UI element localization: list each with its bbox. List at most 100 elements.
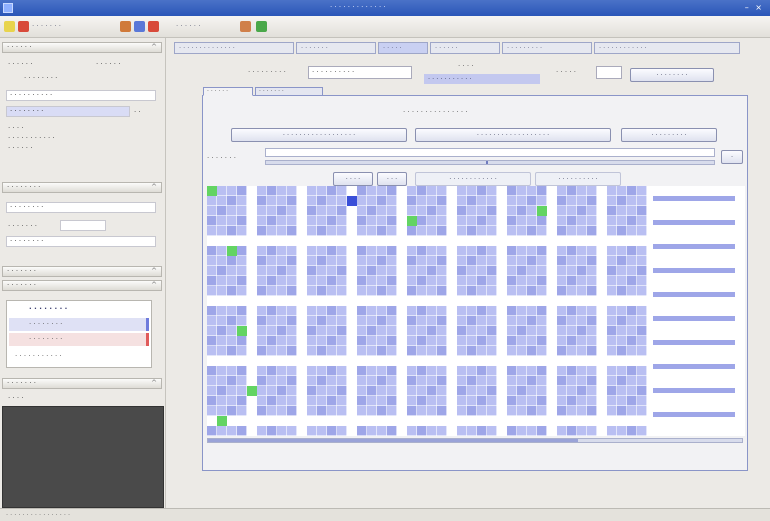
heatmap-cell[interactable]	[427, 256, 437, 266]
heatmap-cell[interactable]	[247, 286, 257, 296]
heatmap-cell[interactable]	[247, 336, 257, 346]
heatmap-cell[interactable]	[507, 296, 517, 306]
heatmap-cell[interactable]	[417, 376, 427, 386]
heatmap-cell[interactable]	[467, 206, 477, 216]
heatmap-cell[interactable]	[277, 376, 287, 386]
heatmap-cell[interactable]	[447, 186, 457, 196]
heatmap-cell[interactable]	[357, 416, 367, 426]
heatmap-cell[interactable]	[587, 236, 597, 246]
heatmap-cell[interactable]	[537, 266, 547, 276]
heatmap-cell[interactable]	[417, 316, 427, 326]
heatmap-cell[interactable]	[467, 186, 477, 196]
heatmap-cell[interactable]	[357, 246, 367, 256]
heatmap-cell[interactable]	[217, 326, 227, 336]
heatmap-cell[interactable]	[637, 406, 647, 416]
heatmap-cell[interactable]	[477, 406, 487, 416]
heatmap-cell[interactable]	[247, 206, 257, 216]
heatmap-cell[interactable]	[487, 206, 497, 216]
heatmap-cell[interactable]	[377, 426, 387, 436]
heatmap-cell[interactable]	[207, 406, 217, 416]
heatmap-cell[interactable]	[247, 266, 257, 276]
heatmap-cell[interactable]	[537, 316, 547, 326]
heatmap-cell[interactable]	[267, 266, 277, 276]
heatmap-cell[interactable]	[457, 226, 467, 236]
heatmap-cell[interactable]	[447, 206, 457, 216]
heatmap-cell[interactable]	[517, 326, 527, 336]
heatmap-cell[interactable]	[387, 266, 397, 276]
heatmap-cell[interactable]	[507, 276, 517, 286]
heatmap-cell[interactable]	[297, 286, 307, 296]
heatmap-cell[interactable]	[327, 356, 337, 366]
heatmap-cell[interactable]	[417, 396, 427, 406]
heatmap-cell[interactable]	[487, 326, 497, 336]
heatmap-cell[interactable]	[237, 396, 247, 406]
small-button-3[interactable]: · · · · · · · · · · · ·	[415, 172, 531, 186]
heatmap-cell[interactable]	[397, 386, 407, 396]
heatmap-cell[interactable]	[347, 426, 357, 436]
heatmap-cell[interactable]	[387, 326, 397, 336]
tab-2[interactable]: · · · · · · ·	[296, 42, 376, 54]
heatmap-cell[interactable]	[237, 406, 247, 416]
heatmap-cell[interactable]	[587, 266, 597, 276]
heatmap-cell[interactable]	[327, 226, 337, 236]
heatmap-cell[interactable]	[577, 276, 587, 286]
heatmap-cell[interactable]	[407, 206, 417, 216]
heatmap-cell[interactable]	[467, 326, 477, 336]
heatmap-cell[interactable]	[417, 406, 427, 416]
heatmap-cell[interactable]	[267, 386, 277, 396]
heatmap-cell[interactable]	[217, 376, 227, 386]
heatmap-cell[interactable]	[557, 226, 567, 236]
heatmap-cell[interactable]	[497, 236, 507, 246]
heatmap-cell[interactable]	[217, 316, 227, 326]
heatmap-cell[interactable]	[397, 196, 407, 206]
heatmap-cell[interactable]	[307, 196, 317, 206]
heatmap-cell[interactable]	[577, 196, 587, 206]
heatmap-cell[interactable]	[567, 396, 577, 406]
chevron-up-icon[interactable]: ^	[151, 43, 157, 52]
heatmap-cell[interactable]	[627, 196, 637, 206]
heatmap-cell[interactable]	[407, 326, 417, 336]
heatmap-cell[interactable]	[627, 356, 637, 366]
heatmap-cell[interactable]	[587, 406, 597, 416]
heatmap-cell[interactable]	[257, 376, 267, 386]
heatmap-cell[interactable]	[357, 366, 367, 376]
heatmap-cell[interactable]	[237, 256, 247, 266]
heatmap-cell[interactable]	[537, 286, 547, 296]
heatmap-cell[interactable]	[297, 326, 307, 336]
heatmap-cell[interactable]	[207, 286, 217, 296]
heatmap-cell[interactable]	[397, 426, 407, 436]
heatmap-cell[interactable]	[477, 386, 487, 396]
heatmap-cell[interactable]	[227, 366, 237, 376]
heatmap-cell[interactable]	[447, 426, 457, 436]
heatmap-cell[interactable]	[217, 236, 227, 246]
heatmap-cell[interactable]	[337, 356, 347, 366]
heatmap-cell[interactable]	[457, 326, 467, 336]
heatmap-cell[interactable]	[447, 196, 457, 206]
heatmap-cell[interactable]	[337, 256, 347, 266]
heatmap-cell[interactable]	[307, 236, 317, 246]
heatmap-cell[interactable]	[287, 236, 297, 246]
heatmap-cell[interactable]	[407, 416, 417, 426]
heatmap-cell[interactable]	[437, 386, 447, 396]
heatmap-cell[interactable]	[427, 396, 437, 406]
heatmap-cell[interactable]	[317, 226, 327, 236]
heatmap-cell[interactable]	[327, 406, 337, 416]
heatmap-cell[interactable]	[367, 406, 377, 416]
heatmap-cell[interactable]	[637, 246, 647, 256]
heatmap-cell[interactable]	[447, 336, 457, 346]
heatmap-cell[interactable]	[287, 216, 297, 226]
heatmap-cell[interactable]	[627, 426, 637, 436]
heatmap-cell[interactable]	[567, 186, 577, 196]
heatmap-cell[interactable]	[557, 346, 567, 356]
heatmap-cell[interactable]	[387, 316, 397, 326]
heatmap-cell[interactable]	[317, 386, 327, 396]
heatmap-cell[interactable]	[587, 366, 597, 376]
heatmap-cell[interactable]	[347, 326, 357, 336]
heatmap-cell[interactable]	[597, 326, 607, 336]
heatmap-cell[interactable]	[207, 316, 217, 326]
heatmap-cell[interactable]	[437, 286, 447, 296]
heatmap-cell[interactable]	[337, 386, 347, 396]
heatmap-cell[interactable]	[497, 356, 507, 366]
heatmap-cell[interactable]	[557, 236, 567, 246]
heatmap-cell[interactable]	[607, 236, 617, 246]
